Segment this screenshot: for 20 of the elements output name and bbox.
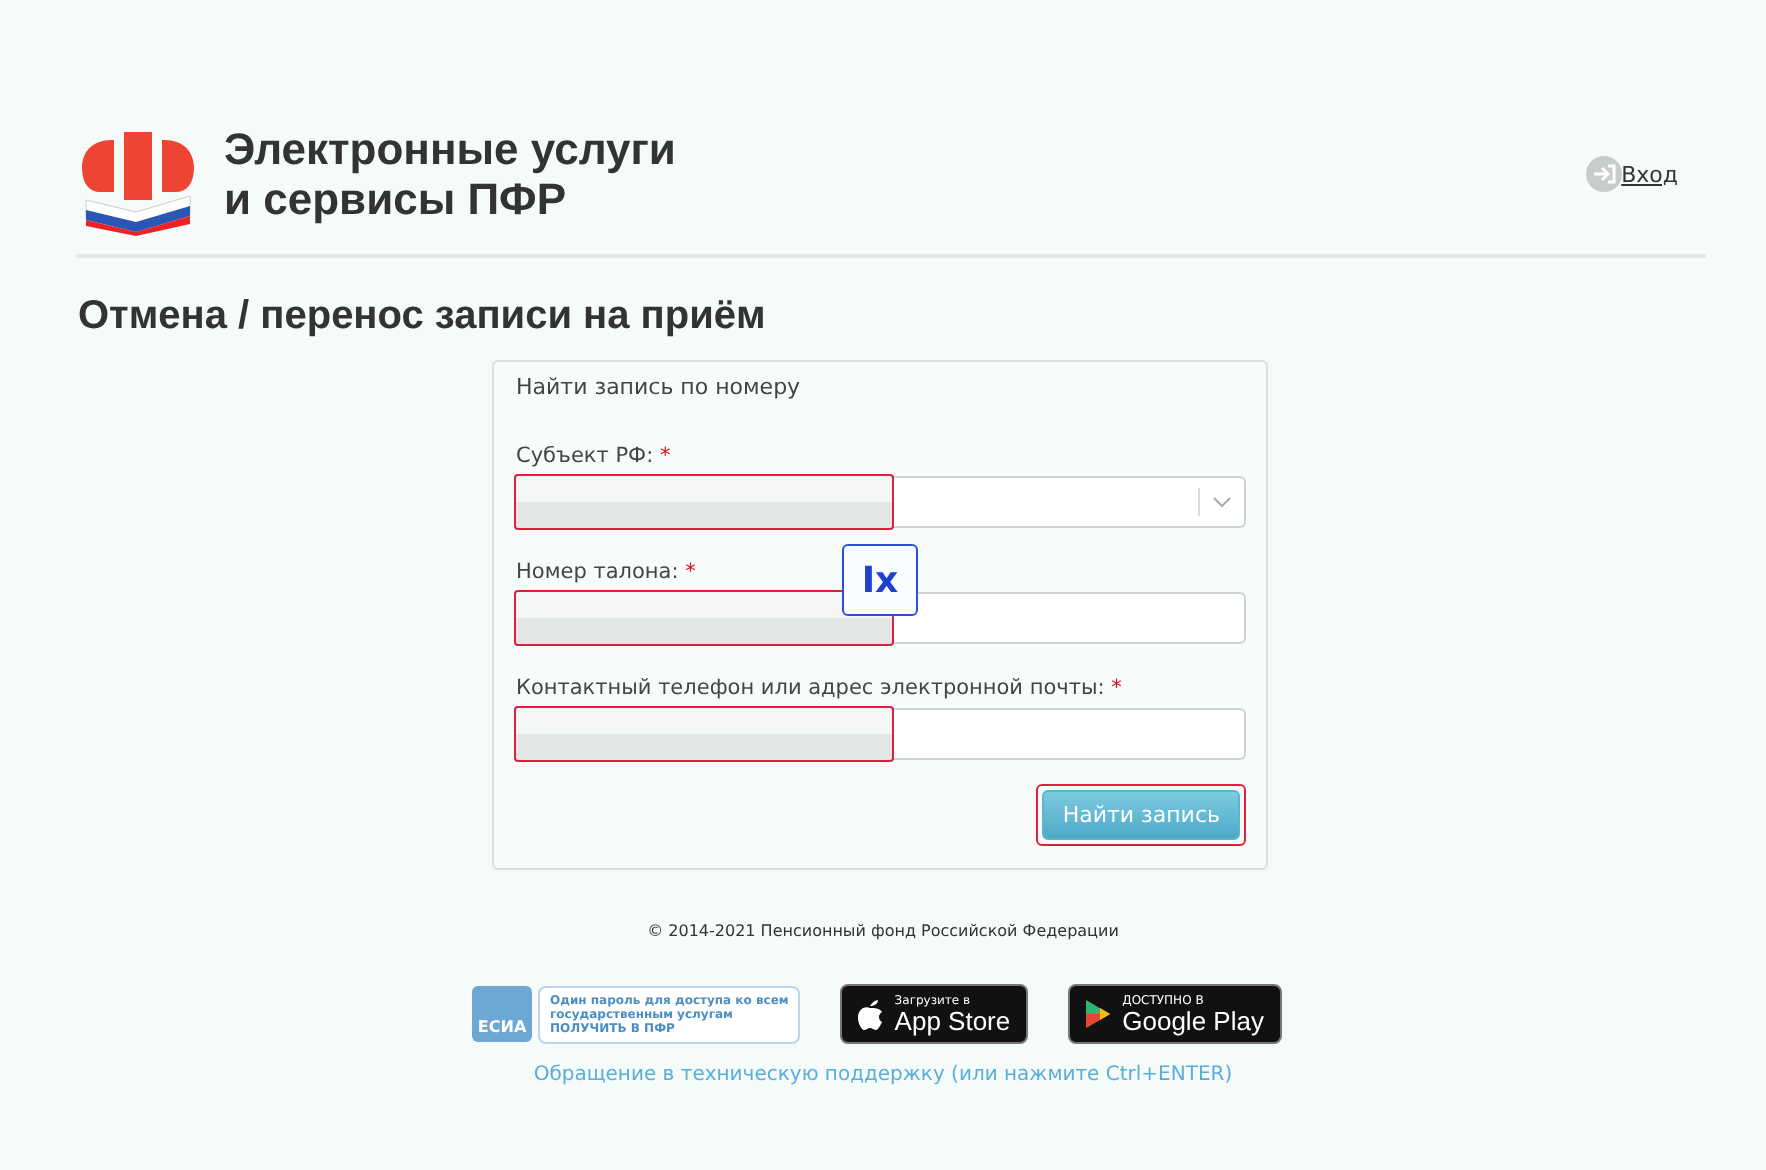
form-title: Найти запись по номеру (516, 374, 803, 400)
field-label: Субъект РФ: * (516, 444, 671, 468)
input-field[interactable] (516, 592, 1246, 644)
apple-icon (856, 998, 885, 1030)
esia-logo[interactable]: ЕСИА (472, 986, 533, 1042)
login-link[interactable]: Вход (1621, 161, 1678, 187)
input-field[interactable] (516, 708, 1246, 760)
play-icon (1084, 998, 1113, 1030)
page-title: Отмена / перенос записи на приём (78, 294, 768, 340)
support-link[interactable]: Обращение в техническую поддержку (или нажмите Ctrl+ENTER) (533, 1064, 1233, 1086)
field-label: Контактный телефон или адрес электронной почты: * (516, 676, 1122, 700)
find-record-button[interactable]: Найти запись (1042, 790, 1240, 840)
login-icon[interactable] (1585, 156, 1622, 192)
caret-icon (1212, 492, 1232, 512)
site-title: Электронные услуги (224, 124, 678, 174)
annotation-badge: Ix (842, 544, 918, 616)
select-field[interactable] (516, 476, 1246, 528)
field-label: Номер талона: * (516, 560, 696, 584)
site-title: и сервисы ПФР (224, 174, 568, 224)
copyright-text: © 2014-2021 Пенсионный фонд Российской Федерации (647, 922, 1119, 940)
